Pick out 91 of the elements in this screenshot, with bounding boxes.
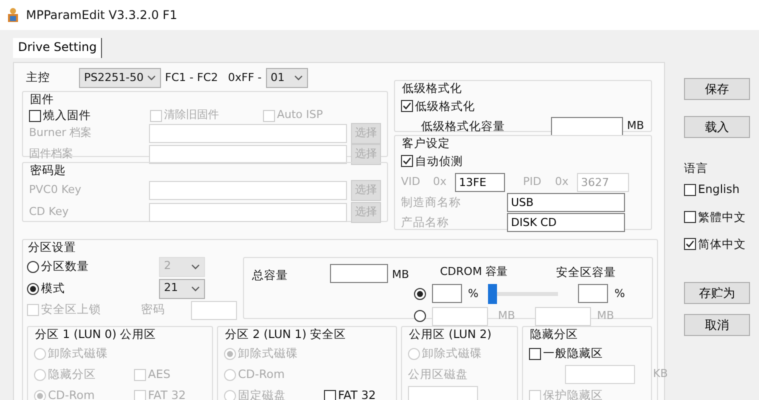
- input-field[interactable]: 13FE: [455, 172, 505, 192]
- checkbox[interactable]: [684, 211, 696, 224]
- group-title: 客户设定: [401, 136, 451, 150]
- checkbox-label: 燒入固件: [43, 106, 91, 124]
- app-icon: [6, 7, 20, 23]
- radio-button[interactable]: [414, 310, 426, 322]
- input-field[interactable]: USB: [507, 192, 625, 212]
- checkbox-label: English: [698, 181, 740, 198]
- field-label: CD Key: [29, 204, 70, 220]
- radio-button[interactable]: [27, 282, 39, 294]
- checkbox[interactable]: [529, 348, 541, 360]
- field-label: 密码: [140, 301, 166, 318]
- caret-icon: [191, 264, 200, 270]
- dropdown[interactable]: 01: [266, 68, 308, 88]
- group-title: 公用区 (LUN 2): [408, 326, 492, 340]
- column-label: CDROM 容量: [440, 264, 508, 280]
- caret-icon: [294, 75, 303, 81]
- caret-icon: [191, 286, 200, 292]
- range-label: FC1 - FC2: [165, 70, 218, 86]
- checkbox-label: FAT 32: [148, 386, 186, 400]
- unit-label: MB: [627, 118, 644, 134]
- unit-label: KB: [653, 366, 668, 382]
- field-label: 0x: [433, 174, 448, 190]
- side-button[interactable]: 保存: [684, 78, 750, 100]
- unit-label: %: [468, 286, 478, 302]
- unit-label: MB: [392, 266, 410, 282]
- field-label: PID: [523, 174, 542, 190]
- input-field[interactable]: DISK CD: [507, 212, 625, 232]
- caret-icon: [147, 75, 156, 81]
- checkbox-label: Auto ISP: [277, 107, 323, 124]
- field-label: 主控: [26, 69, 51, 86]
- field-label: 固件档案: [29, 146, 74, 162]
- radio-label: 分区数量: [41, 258, 89, 275]
- group-title: 分区 2 (LUN 1) 安全区: [224, 326, 348, 340]
- field-label: Burner 档案: [29, 124, 93, 141]
- input-field[interactable]: [432, 284, 462, 304]
- group-title: 分区设置: [27, 240, 77, 254]
- group-title: 语言: [684, 160, 709, 177]
- checkbox[interactable]: [324, 390, 336, 400]
- field-label: 0x: [555, 174, 570, 190]
- radio-label: CD-Rom: [238, 366, 285, 383]
- field-label: VID: [401, 174, 422, 190]
- group-title: 分区 1 (LUN 0) 公用区: [34, 326, 158, 340]
- group-title: 隐藏分区: [529, 326, 579, 340]
- input-field[interactable]: [330, 264, 388, 282]
- field-label: 产品名称: [401, 214, 450, 231]
- checkbox-label: 安全区上锁: [41, 301, 101, 318]
- checkbox-label: 低级格式化: [415, 98, 475, 114]
- checkbox-label: FAT 32: [338, 386, 376, 400]
- radio-label: 卸除式磁碟: [422, 344, 482, 362]
- checkbox-label: 自动侦测: [415, 152, 463, 170]
- checkbox[interactable]: [401, 155, 413, 168]
- checkbox-label: 一般隐藏区: [543, 344, 603, 362]
- column-label: 安全区容量: [556, 264, 616, 280]
- tab[interactable]: Drive Setting: [13, 38, 102, 58]
- radio-button[interactable]: [414, 288, 426, 300]
- dropdown[interactable]: 21: [159, 278, 205, 298]
- group-title: 低级格式化: [401, 81, 463, 95]
- window-title: MPParamEdit V3.3.2.0 F1: [26, 7, 178, 24]
- radio-label: CD-Rom: [48, 386, 95, 400]
- side-button[interactable]: 存贮为: [684, 282, 750, 304]
- input-field[interactable]: [551, 116, 623, 136]
- dropdown[interactable]: PS2251-50: [79, 68, 161, 88]
- checkbox-label: 简体中文: [698, 236, 746, 253]
- radio-label: 隐藏分区: [48, 366, 96, 383]
- checkbox-label: 繁體中文: [698, 208, 746, 226]
- unit-label: %: [614, 286, 625, 302]
- slider[interactable]: [488, 284, 558, 304]
- checkbox[interactable]: [29, 110, 41, 122]
- input-field[interactable]: [578, 284, 608, 304]
- group-title: 密码匙: [29, 163, 67, 177]
- field-label: 制造商名称: [401, 194, 462, 211]
- side-button[interactable]: 取消: [684, 314, 750, 336]
- checkbox[interactable]: [401, 100, 413, 112]
- field-label: 总容量: [252, 266, 289, 284]
- side-button[interactable]: 载入: [684, 116, 750, 138]
- field-label: PVC0 Key: [29, 182, 82, 198]
- field-label: 低级格式化容量: [421, 118, 506, 135]
- hex-label: 0xFF -: [228, 70, 262, 86]
- unit-label: MB: [597, 308, 614, 324]
- radio-label: 卸除式磁碟: [48, 344, 108, 362]
- checkbox-label: 清除旧固件: [164, 107, 219, 124]
- checkbox[interactable]: [684, 184, 696, 196]
- checkbox-label: AES: [148, 366, 170, 383]
- field-label: 公用区磁盘: [408, 366, 468, 383]
- checkbox[interactable]: [684, 238, 696, 250]
- group-title: 固件: [29, 92, 55, 106]
- slider-thumb[interactable]: [488, 284, 498, 304]
- radio-label: 模式: [41, 280, 65, 297]
- unit-label: MB: [498, 308, 516, 324]
- radio-label: 卸除式磁碟: [238, 344, 298, 362]
